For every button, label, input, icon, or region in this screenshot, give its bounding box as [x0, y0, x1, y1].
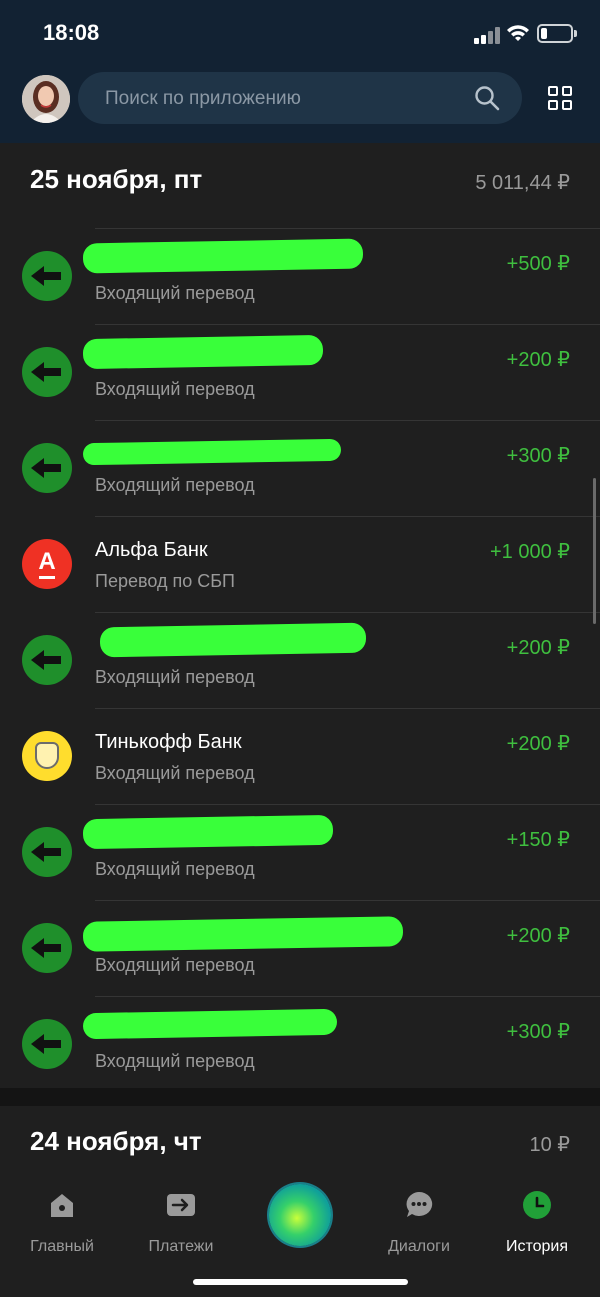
search-icon[interactable] [474, 85, 500, 111]
redaction-scribble [82, 334, 324, 370]
tab-label: Главный [30, 1238, 94, 1255]
redaction-scribble [82, 1008, 338, 1040]
transaction-subtitle: Входящий перевод [95, 667, 255, 687]
transaction-amount: +300 ₽ [506, 1021, 570, 1043]
tab-label: История [505, 1238, 569, 1255]
transaction-row[interactable]: Входящий перевод +300 ₽ [22, 420, 600, 516]
transaction-amount: +1 000 ₽ [489, 541, 570, 563]
redaction-scribble [82, 916, 404, 952]
status-time: 18:08 [43, 20, 100, 45]
transaction-amount: +200 ₽ [506, 637, 570, 659]
history-clock-icon [523, 1191, 551, 1219]
incoming-transfer-icon [22, 347, 72, 397]
search-placeholder: Поиск по приложению [105, 88, 301, 109]
transaction-amount: +150 ₽ [506, 829, 570, 851]
redaction-scribble [82, 238, 364, 274]
incoming-transfer-icon [22, 251, 72, 301]
avatar[interactable] [22, 75, 70, 123]
day-title: 24 ноября, чт [30, 1126, 202, 1156]
scrollbar[interactable] [593, 478, 596, 624]
home-icon [51, 1194, 73, 1217]
tab-label: Платежи [148, 1238, 214, 1255]
transaction-name: Тинькофф Банк [95, 731, 242, 753]
transaction-subtitle: Входящий перевод [95, 283, 255, 303]
battery-icon [537, 24, 577, 43]
day-total: 10 ₽ [529, 1134, 570, 1156]
transaction-subtitle: Входящий перевод [95, 763, 255, 783]
transaction-subtitle: Входящий перевод [95, 955, 255, 975]
home-indicator [193, 1279, 408, 1285]
signal-icon [474, 26, 502, 44]
day-title: 25 ноября, пт [30, 164, 203, 194]
transaction-name: Альфа Банк [95, 539, 208, 561]
transaction-row[interactable]: Входящий перевод +150 ₽ [22, 804, 600, 900]
incoming-transfer-icon [22, 1019, 72, 1069]
transaction-amount: +500 ₽ [506, 253, 570, 275]
alfa-bank-icon: А [22, 539, 72, 589]
transaction-subtitle: Входящий перевод [95, 859, 255, 879]
redaction-scribble [82, 438, 342, 466]
tab-label: Диалоги [388, 1238, 450, 1255]
incoming-transfer-icon [22, 635, 72, 685]
tinkoff-bank-icon [22, 731, 72, 781]
redaction-scribble [99, 622, 367, 658]
wifi-icon [507, 25, 529, 41]
transaction-row[interactable]: А Альфа Банк Перевод по СБП +1 000 ₽ [22, 516, 600, 612]
incoming-transfer-icon [22, 443, 72, 493]
transaction-row[interactable]: Входящий перевод +200 ₽ [22, 324, 600, 420]
incoming-transfer-icon [22, 923, 72, 973]
redaction-scribble [82, 814, 334, 850]
section-separator [0, 1088, 600, 1106]
top-header: 18:08 Поиск по приложению [0, 0, 600, 143]
transaction-amount: +200 ₽ [506, 349, 570, 371]
chat-icon [406, 1191, 433, 1217]
transaction-subtitle: Входящий перевод [95, 379, 255, 399]
transaction-subtitle: Входящий перевод [95, 1051, 255, 1071]
transaction-amount: +300 ₽ [506, 445, 570, 467]
incoming-transfer-icon [22, 827, 72, 877]
transaction-list: Входящий перевод +500 ₽ Входящий перевод… [0, 228, 600, 1092]
day-total: 5 011,44 ₽ [475, 172, 570, 194]
transaction-row[interactable]: Входящий перевод +200 ₽ [22, 612, 600, 708]
day-header: 25 ноября, пт 5 011,44 ₽ [0, 143, 600, 229]
grid-menu-icon[interactable] [548, 86, 574, 112]
day-header: 24 ноября, чт 10 ₽ [0, 1106, 600, 1178]
transaction-amount: +200 ₽ [506, 733, 570, 755]
transaction-subtitle: Входящий перевод [95, 475, 255, 495]
transaction-row[interactable]: Тинькофф Банк Входящий перевод +200 ₽ [22, 708, 600, 804]
transaction-row[interactable]: Входящий перевод +500 ₽ [22, 228, 600, 324]
transaction-subtitle: Перевод по СБП [95, 571, 235, 591]
search-input[interactable]: Поиск по приложению [78, 72, 522, 124]
assistant-orb-button[interactable] [269, 1184, 331, 1246]
transaction-row[interactable]: Входящий перевод +300 ₽ [22, 996, 600, 1092]
transaction-amount: +200 ₽ [506, 925, 570, 947]
transaction-row[interactable]: Входящий перевод +200 ₽ [22, 900, 600, 996]
payments-icon [167, 1194, 195, 1216]
